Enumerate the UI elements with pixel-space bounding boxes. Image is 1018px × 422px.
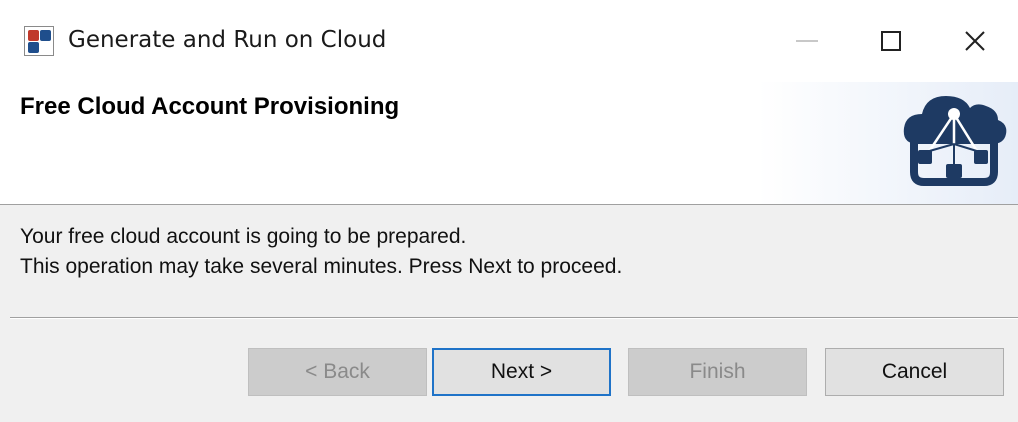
page-title: Free Cloud Account Provisioning xyxy=(20,93,400,120)
maximize-button[interactable] xyxy=(848,0,934,82)
cancel-button[interactable]: Cancel xyxy=(825,348,1004,396)
message-line-2: This operation may take several minutes.… xyxy=(20,255,623,278)
dialog-window: Generate and Run on Cloud Free Cloud Acc… xyxy=(0,0,1018,422)
minimize-button[interactable] xyxy=(764,0,850,82)
title-bar[interactable]: Generate and Run on Cloud xyxy=(0,0,1018,82)
app-icon xyxy=(24,26,54,56)
close-button[interactable] xyxy=(932,0,1018,82)
footer-separator xyxy=(10,317,1018,319)
info-message: Your free cloud account is going to be p… xyxy=(20,222,622,282)
minimize-icon xyxy=(796,40,818,42)
cloud-network-icon xyxy=(903,96,1007,186)
back-button[interactable]: < Back xyxy=(248,348,427,396)
message-line-1: Your free cloud account is going to be p… xyxy=(20,225,467,248)
finish-button[interactable]: Finish xyxy=(628,348,807,396)
wizard-header: Free Cloud Account Provisioning xyxy=(0,82,1018,205)
next-button[interactable]: Next > xyxy=(432,348,611,396)
close-icon xyxy=(965,31,985,51)
window-title: Generate and Run on Cloud xyxy=(68,27,387,53)
maximize-icon xyxy=(881,31,901,51)
